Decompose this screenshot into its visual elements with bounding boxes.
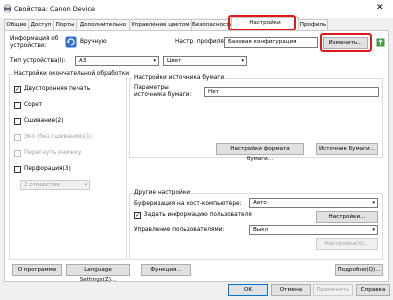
paper-format-settings-button[interactable]: Настройки формата бумаги... — [216, 143, 304, 162]
paper-source-button[interactable]: Источник бумаги... — [316, 143, 378, 155]
eco-checkbox[interactable] — [14, 134, 21, 141]
duplex-label: Двусторонняя печать — [24, 86, 91, 92]
properties-window: Свойства: Canon Device ✕ Общие Доступ По… — [0, 0, 393, 300]
sort-checkbox[interactable] — [14, 102, 21, 109]
host-buffer-label: Буферизация на хост-компьютере: — [134, 201, 242, 207]
ok-button[interactable]: OK — [228, 284, 268, 296]
chevron-down-icon: ▾ — [84, 182, 87, 188]
tab-ports[interactable]: Порты — [53, 19, 77, 30]
user-management-value: Выкл — [253, 227, 269, 233]
chevron-down-icon: ▾ — [372, 227, 375, 233]
profile-field[interactable]: Базовая конфигурация — [224, 37, 318, 48]
highlight-change-button — [320, 33, 372, 52]
booklet-checkbox[interactable] — [14, 150, 21, 157]
paper-source-param-field[interactable]: Нет — [204, 87, 379, 97]
sort-label: Сорет — [24, 102, 43, 108]
duplex-checkbox[interactable]: ✓ — [14, 86, 21, 93]
language-settings-button[interactable]: Language Settings(Z)... — [66, 264, 130, 283]
punch-value: 2 отверстия — [24, 182, 60, 188]
window-title: Свойства: Canon Device — [14, 5, 96, 13]
chevron-down-icon: ▾ — [153, 58, 156, 64]
host-buffer-value: Авто — [253, 200, 267, 206]
tab-color-management[interactable]: Управление цветом — [129, 19, 192, 30]
function-button[interactable]: Функция... — [141, 264, 191, 276]
other-settings-title: Другие настройки — [133, 190, 192, 196]
tab-security[interactable]: Безопасность — [191, 19, 233, 30]
punch-label: Перфорация(3) — [24, 166, 71, 172]
tab-profile[interactable]: Профиль — [298, 19, 328, 30]
cancel-button[interactable]: Отмена — [271, 284, 311, 296]
booklet-label: Перегнуть книжку — [24, 150, 82, 156]
apply-button[interactable]: Применить — [313, 284, 353, 296]
punch-select[interactable]: 2 отверстия ▾ — [20, 180, 90, 190]
staple-label: Сшивание(2) — [24, 118, 64, 124]
set-user-info-checkbox[interactable]: ✓ — [134, 212, 141, 219]
user-info-settings-button[interactable]: Настройки... — [316, 211, 378, 223]
profile-label: Настр. профиля: — [175, 39, 226, 45]
color-mode-select[interactable]: Цвет ▾ — [163, 56, 247, 66]
export-icon[interactable] — [376, 38, 385, 47]
paper-size-select[interactable]: А3 ▾ — [75, 56, 159, 66]
host-buffer-select[interactable]: Авто ▾ — [249, 198, 378, 208]
user-management-settings-button[interactable]: Настройки(Х)... — [316, 238, 378, 250]
refresh-icon[interactable] — [65, 36, 77, 48]
tab-sharing[interactable]: Доступ — [28, 19, 54, 30]
details-button[interactable]: Подробно(Q)... — [335, 264, 383, 276]
highlight-tab — [228, 15, 296, 31]
eco-label: Эко (без сшивания)(1) — [24, 134, 93, 140]
punch-checkbox[interactable] — [14, 166, 21, 173]
paper-source-param-label: Параметры источника бумаги: — [134, 85, 192, 98]
printer-icon — [4, 4, 11, 13]
paper-size-value: А3 — [79, 58, 87, 64]
device-type-label: Тип устройства(І): — [10, 58, 66, 64]
user-management-label: Управление пользователями: — [134, 227, 225, 233]
chevron-down-icon: ▾ — [241, 58, 244, 64]
tab-advanced[interactable]: Дополнительно — [76, 19, 130, 30]
close-icon[interactable]: ✕ — [376, 3, 384, 13]
manual-label: Вручную — [80, 39, 107, 45]
title-bar: Свойства: Canon Device ✕ — [0, 0, 393, 18]
tab-general[interactable]: Общие — [4, 19, 29, 30]
about-button[interactable]: О программе — [12, 264, 62, 276]
chevron-down-icon: ▾ — [372, 200, 375, 206]
set-user-info-label: Задать информацию пользователя — [144, 212, 252, 218]
color-mode-value: Цвет — [167, 58, 182, 64]
finishing-group-title: Настройки окончательной обработки — [13, 71, 131, 77]
device-settings-panel: Информация об устройстве: Вручную Настр.… — [4, 30, 389, 283]
help-button[interactable]: Справка — [356, 284, 390, 296]
paper-source-title: Настройки источника бумаги — [133, 75, 226, 81]
staple-checkbox[interactable] — [14, 118, 21, 125]
user-management-select[interactable]: Выкл ▾ — [249, 225, 378, 235]
device-info-label: Информация об устройстве: — [10, 36, 59, 49]
